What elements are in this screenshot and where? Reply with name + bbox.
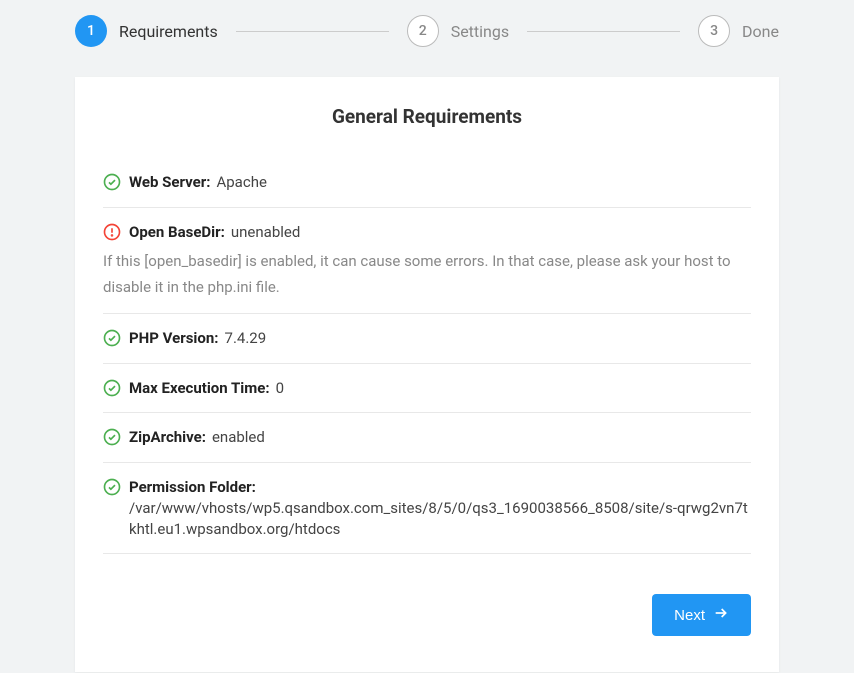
alert-circle-icon (103, 223, 121, 241)
req-label: ZipArchive (129, 428, 202, 446)
req-value: unenabled (231, 223, 300, 241)
req-ziparchive: ZipArchive:enabled (103, 413, 751, 463)
step-label-settings: Settings (451, 22, 509, 41)
step-number-3: 3 (698, 15, 730, 47)
req-value: enabled (212, 428, 265, 446)
step-requirements[interactable]: 1 Requirements (75, 15, 218, 47)
step-connector (236, 31, 389, 32)
step-settings[interactable]: 2 Settings (407, 15, 509, 47)
req-maxexec: Max Execution Time:0 (103, 364, 751, 414)
req-webserver: Web Server:Apache (103, 158, 751, 208)
req-phpversion: PHP Version:7.4.29 (103, 314, 751, 364)
step-label-done: Done (742, 22, 779, 41)
arrow-right-icon (713, 605, 729, 625)
check-circle-icon (103, 173, 121, 191)
check-circle-icon (103, 428, 121, 446)
req-label: Max Execution Time (129, 379, 265, 397)
req-value: 0 (276, 379, 284, 397)
stepper: 1 Requirements 2 Settings 3 Done (75, 15, 779, 47)
step-number-2: 2 (407, 15, 439, 47)
req-label: PHP Version (129, 329, 214, 347)
check-circle-icon (103, 478, 121, 496)
step-done[interactable]: 3 Done (698, 15, 779, 47)
req-value: Apache (216, 173, 266, 191)
req-label: Web Server (129, 173, 206, 191)
req-label: Open BaseDir (129, 223, 221, 241)
req-value: /var/www/vhosts/wp5.qsandbox.com_sites/8… (129, 498, 751, 540)
requirements-card: General Requirements Web Server:Apache O… (75, 77, 779, 672)
req-note: If this [open_basedir] is enabled, it ca… (103, 249, 751, 300)
card-title: General Requirements (103, 105, 751, 128)
step-connector (527, 31, 680, 32)
step-number-1: 1 (75, 15, 107, 47)
next-button-label: Next (674, 607, 705, 624)
check-circle-icon (103, 379, 121, 397)
req-openbasedir: Open BaseDir:unenabled If this [open_bas… (103, 208, 751, 315)
req-label: Permission Folder (129, 478, 252, 496)
req-permfolder: Permission Folder: /var/www/vhosts/wp5.q… (103, 463, 751, 555)
step-label-requirements: Requirements (119, 22, 218, 41)
next-button[interactable]: Next (652, 594, 751, 636)
req-value: 7.4.29 (225, 329, 267, 347)
check-circle-icon (103, 329, 121, 347)
